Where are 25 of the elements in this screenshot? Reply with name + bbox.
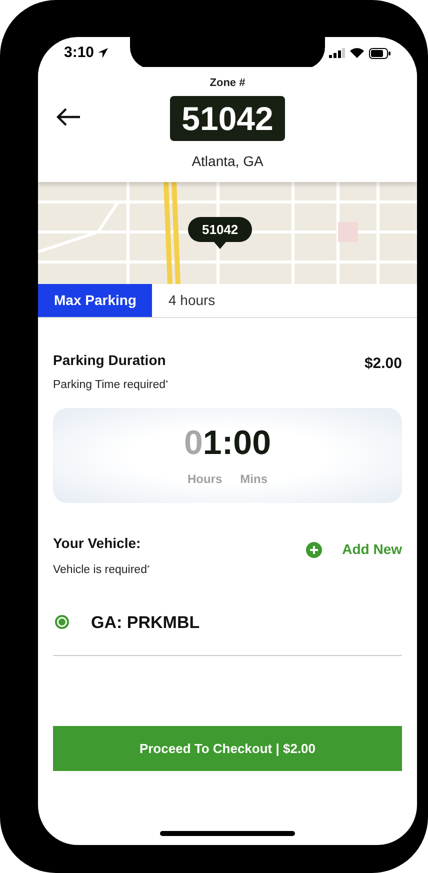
zone-label: Zone #	[210, 76, 246, 91]
radio-button[interactable]	[55, 615, 69, 630]
battery-icon	[369, 48, 391, 58]
duration-digits: 1:00	[202, 426, 271, 460]
signal-icon	[329, 48, 345, 58]
city-label: Atlanta, GA	[192, 152, 264, 170]
price-label: $2.00	[364, 354, 402, 374]
back-arrow-icon	[55, 107, 81, 127]
time-picker[interactable]: 01:00 Hours Mins	[53, 408, 402, 504]
status-time: 3:10	[64, 42, 94, 63]
vehicle-plate: GA: PRKMBL	[91, 612, 200, 634]
hint-text: Vehicle is required$^{*}$	[53, 563, 150, 578]
add-new-button[interactable]: Add New	[306, 539, 402, 560]
location-arrow-icon	[98, 48, 108, 58]
checkout-button[interactable]: Proceed To Checkout | $2.00	[53, 726, 402, 771]
section-title: Parking Duration	[53, 350, 166, 370]
duration-digits: 0	[184, 426, 203, 460]
wifi-icon	[350, 48, 364, 58]
tab[interactable]: Max Parking	[38, 284, 152, 316]
unit-label: Mins	[240, 471, 268, 488]
zone-number: 51042	[170, 96, 286, 140]
plus-icon	[306, 542, 322, 558]
unit-label: Hours	[187, 471, 222, 488]
section-title: Your Vehicle:	[53, 534, 142, 554]
hint-text: Parking Time required$^{*}$	[53, 378, 170, 393]
